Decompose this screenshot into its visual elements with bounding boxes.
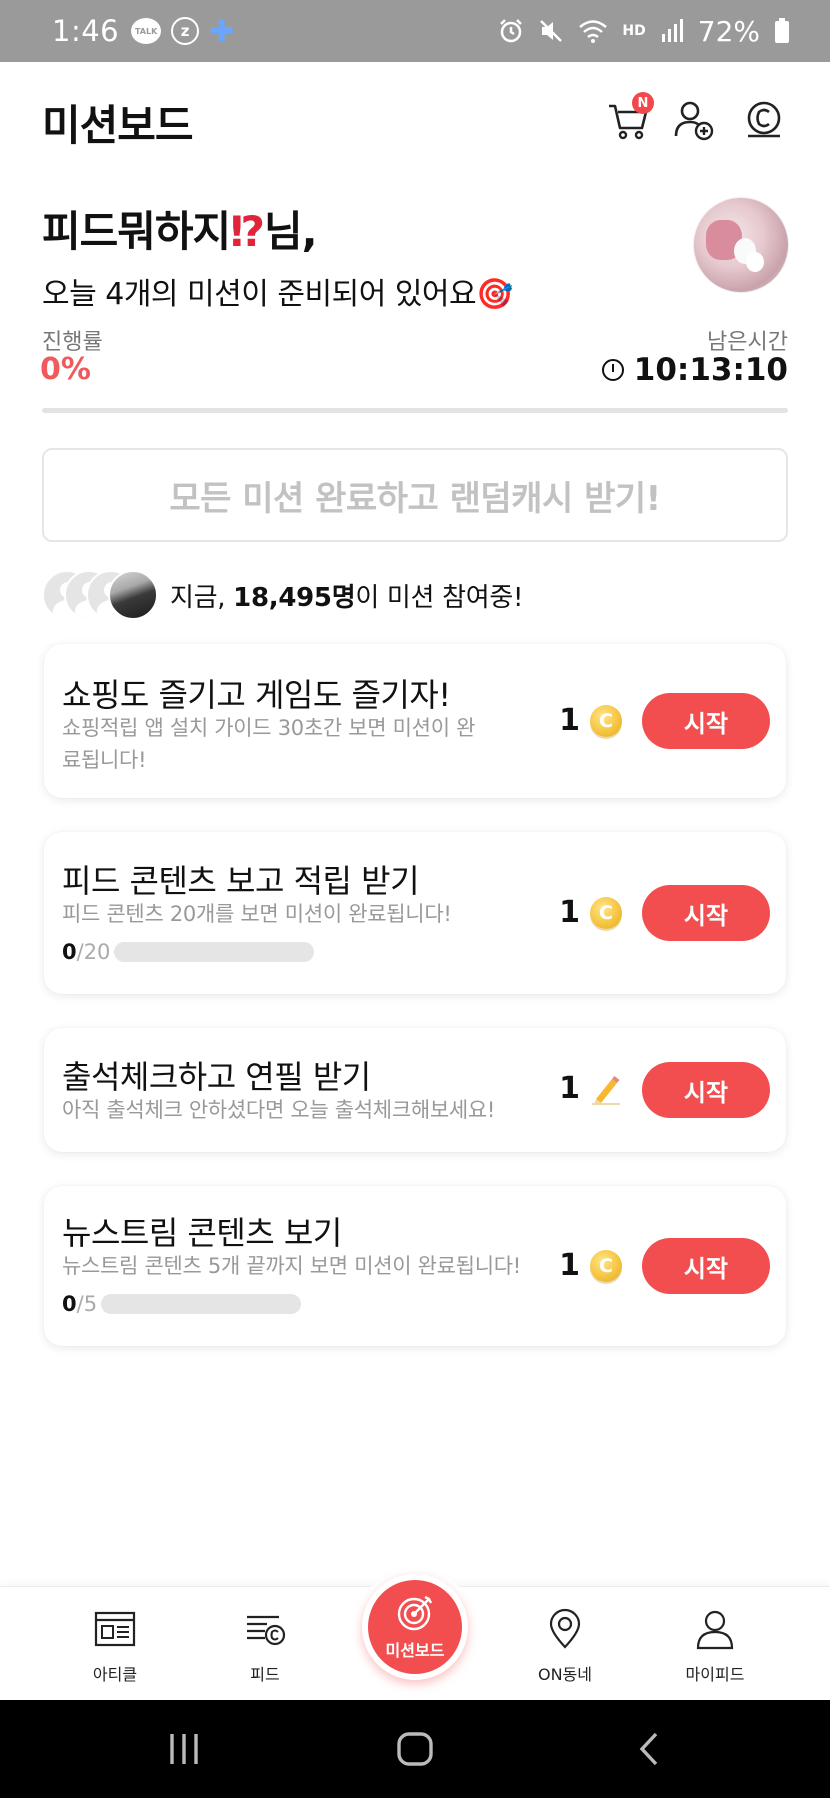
remaining-time-value: 10:13:10 xyxy=(633,352,788,388)
battery-icon xyxy=(775,18,789,43)
location-icon xyxy=(549,1608,581,1649)
cart-badge: N xyxy=(632,92,654,114)
mission-title: 뉴스트림 콘텐츠 보기 xyxy=(62,1214,342,1252)
kakaotalk-icon: TALK xyxy=(131,18,162,44)
start-button[interactable]: 시작 xyxy=(642,885,770,941)
feed-icon xyxy=(247,1615,286,1646)
nav-item-article[interactable]: 아티클 xyxy=(60,1607,170,1685)
remaining-time: 10:13:10 xyxy=(601,352,788,388)
mission-card[interactable]: 쇼핑도 즐기고 게임도 즐기자! 쇼핑적립 앱 설치 가이드 30초간 보면 미… xyxy=(44,644,786,798)
recents-icon[interactable] xyxy=(166,1730,202,1768)
mission-title: 출석체크하고 연필 받기 xyxy=(62,1058,371,1096)
z-app-icon: z xyxy=(171,17,200,45)
signal-icon xyxy=(661,19,683,42)
interrobang-emoji: ⁉ xyxy=(230,207,265,256)
back-icon[interactable] xyxy=(634,1730,662,1768)
progress-value: 0% xyxy=(40,352,91,387)
mission-description: 뉴스트림 콘텐츠 5개 끝까지 보면 미션이 완료됩니다! xyxy=(62,1254,521,1278)
battery-text: 72% xyxy=(697,14,760,48)
article-icon xyxy=(94,1611,136,1647)
mission-card[interactable]: 뉴스트림 콘텐츠 보기 뉴스트림 콘텐츠 5개 끝까지 보면 미션이 완료됩니다… xyxy=(44,1186,786,1346)
greeting: 피드뭐하지⁉님, 오늘 4개의 미션이 준비되어 있어요🎯 xyxy=(42,198,514,313)
status-time: 1:46 xyxy=(52,14,120,48)
cash-button[interactable] xyxy=(742,98,790,146)
mission-progress: 0/20 xyxy=(62,940,315,964)
complete-all-button[interactable]: 모든 미션 완료하고 랜덤캐시 받기! xyxy=(42,448,788,542)
system-nav-bar xyxy=(0,1700,830,1798)
cart-button[interactable]: N xyxy=(606,92,654,146)
home-icon[interactable] xyxy=(396,1730,434,1768)
coin-icon: C xyxy=(590,704,622,737)
start-button[interactable]: 시작 xyxy=(642,1238,770,1294)
page-title: 미션보드 xyxy=(42,101,194,150)
mission-progress: 0/5 xyxy=(62,1292,302,1316)
start-button[interactable]: 시작 xyxy=(642,693,770,749)
progress-divider xyxy=(42,408,788,413)
mission-progress-bar xyxy=(101,1294,302,1314)
mission-card[interactable]: 피드 콘텐츠 보고 적립 받기 피드 콘텐츠 20개를 보면 미션이 완료됩니다… xyxy=(44,832,786,994)
wifi-icon xyxy=(579,20,608,43)
mission-reward: 1 C xyxy=(559,1248,622,1283)
pencil-icon xyxy=(592,1075,620,1105)
mission-description: 쇼핑적립 앱 설치 가이드 30초간 보면 미션이 완료됩니다! xyxy=(62,716,476,772)
mission-reward: 1 xyxy=(559,1071,622,1106)
participants-row: 지금, 18,495명이 미션 참여중! xyxy=(42,570,523,620)
mission-reward: 1 C xyxy=(559,703,622,738)
clock-icon xyxy=(601,359,624,381)
participants-text: 지금, 18,495명이 미션 참여중! xyxy=(170,582,524,613)
coin-icon: C xyxy=(590,896,622,929)
mission-reward: 1 C xyxy=(559,895,622,930)
participant-avatars xyxy=(42,570,160,620)
target-icon xyxy=(397,1595,433,1631)
user-greeting: 피드뭐하지⁉님, xyxy=(42,207,318,256)
nav-item-feed[interactable]: 피드 xyxy=(210,1607,320,1685)
mission-title: 쇼핑도 즐기고 게임도 즐기자! xyxy=(62,676,451,714)
mission-description: 피드 콘텐츠 20개를 보면 미션이 완료됩니다! xyxy=(62,902,452,926)
alarm-icon xyxy=(500,19,523,43)
coin-icon: C xyxy=(590,1249,622,1282)
status-bar: 1:46 TALK z ✚ HD 72% xyxy=(0,0,830,62)
profile-avatar[interactable] xyxy=(694,198,788,292)
nav-item-my-feed[interactable]: 마이피드 xyxy=(660,1607,770,1685)
mute-icon xyxy=(540,20,563,42)
hd-voice-icon: HD xyxy=(622,23,646,39)
profile-icon xyxy=(696,1610,734,1650)
mission-progress-bar xyxy=(114,942,315,962)
add-friend-icon xyxy=(674,101,714,141)
app-header: 미션보드 N xyxy=(0,62,830,182)
coin-icon xyxy=(747,101,781,138)
plus-app-icon: ✚ xyxy=(209,13,235,49)
start-button[interactable]: 시작 xyxy=(642,1062,770,1118)
mission-description: 아직 출석체크 안하셨다면 오늘 출석체크해보세요! xyxy=(62,1098,496,1122)
mission-card[interactable]: 출석체크하고 연필 받기 아직 출석체크 안하셨다면 오늘 출석체크해보세요! … xyxy=(44,1028,786,1152)
mission-title: 피드 콘텐츠 보고 적립 받기 xyxy=(62,862,420,900)
add-friend-button[interactable] xyxy=(672,98,720,146)
nav-item-mission-board[interactable]: 미션보드 xyxy=(362,1574,468,1680)
participant-avatar xyxy=(108,570,158,620)
greeting-subtitle: 오늘 4개의 미션이 준비되어 있어요🎯 xyxy=(42,277,514,312)
nav-item-on-neighborhood[interactable]: ON동네 xyxy=(510,1607,620,1685)
